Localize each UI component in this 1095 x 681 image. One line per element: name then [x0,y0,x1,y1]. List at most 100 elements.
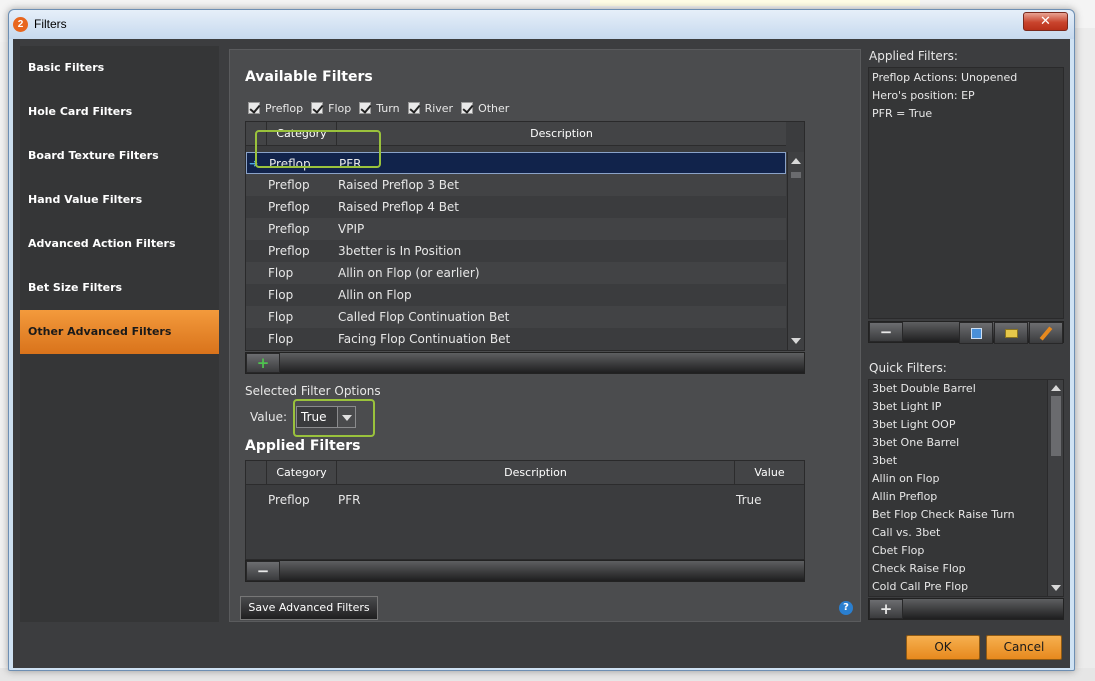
table-row[interactable]: Preflop VPIP [246,218,786,240]
edit-icon[interactable] [1029,322,1063,344]
list-item[interactable]: Hero's position: EP [872,87,975,105]
checkbox-label: River [424,101,454,115]
column-header-description[interactable]: Description [336,461,734,485]
cell-description: Allin on Flop (or earlier) [338,266,480,280]
sidebar-item-hand-value-filters[interactable]: Hand Value Filters [20,178,219,222]
table-scrollbar[interactable] [787,152,804,350]
cell-description: Allin on Flop [338,288,412,302]
list-item[interactable]: Cold Call Pre Flop [872,578,968,596]
list-item[interactable]: Allin Preflop [872,488,937,506]
sidebar-item-bet-size-filters[interactable]: Bet Size Filters [20,266,219,310]
cell-value: True [736,493,762,507]
applied-filters-summary-heading: Applied Filters: [869,49,958,63]
list-item[interactable]: 3bet [872,452,897,470]
checkbox-check-icon [407,102,420,114]
checkbox-preflop[interactable]: Preflop [248,100,303,116]
checkbox-label: Preflop [265,101,304,115]
advanced-filters-panel: Available Filters Preflop Flop Turn Rive… [229,49,861,622]
sidebar-item-basic-filters[interactable]: Basic Filters [20,46,219,90]
close-button[interactable]: ✕ [1023,12,1068,31]
selected-filter-options-heading: Selected Filter Options [245,384,381,398]
background-app-edge [1073,28,1095,681]
background-highlight [590,0,920,6]
applied-filters-toolbar: − [245,560,805,582]
checkbox-other[interactable]: Other [461,100,509,116]
app-logo-icon: 2 [13,17,28,32]
list-item[interactable]: Call vs. 3bet [872,524,940,542]
table-header: Category Description Value [246,461,804,485]
cell-description: Facing Flop Continuation Bet [338,332,511,346]
list-item[interactable]: PFR = True [872,105,932,123]
save-advanced-filters-button[interactable]: Save Advanced Filters [240,596,378,620]
remove-applied-button[interactable]: − [869,322,903,342]
scroll-down-arrow-icon[interactable] [791,338,801,344]
table-row[interactable]: Flop Called Flop Continuation Bet [246,306,786,328]
list-item[interactable]: Cbet Flop [872,542,924,560]
cell-description: Called Flop Continuation Bet [338,310,510,324]
sidebar-item-other-advanced-filters[interactable]: Other Advanced Filters [20,310,219,354]
sidebar-item-board-texture-filters[interactable]: Board Texture Filters [20,134,219,178]
table-row[interactable]: Preflop Raised Preflop 4 Bet [246,196,786,218]
checkbox-turn[interactable]: Turn [359,100,400,116]
applied-filters-heading: Applied Filters [245,438,361,454]
checkbox-check-icon [248,102,260,114]
folder-icon[interactable] [994,322,1028,344]
cell-category: Preflop [268,493,310,507]
open-folder-icon [1005,329,1018,338]
table-row[interactable]: Preflop PFR True [246,489,804,511]
ok-button[interactable]: OK [906,635,980,660]
quick-filters-scrollbar[interactable] [1047,380,1063,596]
checkbox-river[interactable]: River [407,100,454,116]
sidebar-item-hole-card-filters[interactable]: Hole Card Filters [20,90,219,134]
available-filters-toolbar: + [245,352,805,374]
available-filters-heading: Available Filters [245,69,373,85]
cell-description: PFR [338,493,361,507]
checkbox-flop[interactable]: Flop [311,100,351,116]
checkbox-check-icon [359,102,372,114]
sidebar-item-advanced-action-filters[interactable]: Advanced Action Filters [20,222,219,266]
quick-filters-toolbar: + [868,598,1064,620]
cell-category: Preflop [268,222,310,236]
scrollbar-thumb[interactable] [1051,396,1061,456]
table-row[interactable]: Preflop 3better is In Position [246,240,786,262]
highlight-box [293,399,375,437]
cell-category: Flop [268,310,294,324]
help-icon[interactable]: ? [839,601,853,615]
list-item[interactable]: Check Raise Flop [872,560,966,578]
cell-category: Preflop [268,178,310,192]
scroll-down-arrow-icon[interactable] [1051,585,1061,591]
list-item[interactable]: 3bet Light IP [872,398,941,416]
table-row[interactable]: Preflop Raised Preflop 3 Bet [246,174,786,196]
list-item[interactable]: 3bet One Barrel [872,434,959,452]
column-header-category[interactable]: Category [266,461,336,485]
cell-category: Preflop [268,244,310,258]
column-header-description[interactable]: Description [336,122,786,146]
list-item[interactable]: 3bet Light OOP [872,416,955,434]
add-quick-filter-button[interactable]: + [869,599,903,619]
column-header-value[interactable]: Value [734,461,804,485]
table-row[interactable]: Flop Allin on Flop [246,284,786,306]
add-filter-button[interactable]: + [246,353,280,373]
list-item[interactable]: Preflop Actions: Unopened [872,69,1017,87]
table-row[interactable]: Flop Facing Flop Continuation Bet [246,328,786,350]
remove-filter-button[interactable]: − [246,561,280,581]
checkbox-check-icon [311,102,324,114]
cancel-button[interactable]: Cancel [986,635,1062,660]
list-item[interactable]: Bet Flop Check Raise Turn [872,506,1015,524]
window-title: Filters [34,17,67,31]
scroll-up-arrow-icon[interactable] [791,158,801,164]
list-item[interactable]: 3bet Double Barrel [872,380,976,398]
save-icon[interactable] [959,322,993,344]
applied-filters-table: Category Description Value Preflop PFR T… [245,460,805,560]
title-bar: 2 Filters ✕ [9,10,1074,39]
cell-category: Preflop [268,200,310,214]
cell-category: Flop [268,288,294,302]
floppy-disk-icon [971,328,982,339]
cell-category: Flop [268,332,294,346]
list-item[interactable]: Allin on Flop [872,470,939,488]
table-row[interactable]: Flop Allin on Flop (or earlier) [246,262,786,284]
applied-summary-toolbar: − [868,321,1064,344]
scrollbar-thumb[interactable] [791,172,801,178]
value-label: Value: [250,410,287,424]
scroll-up-arrow-icon[interactable] [1051,385,1061,391]
